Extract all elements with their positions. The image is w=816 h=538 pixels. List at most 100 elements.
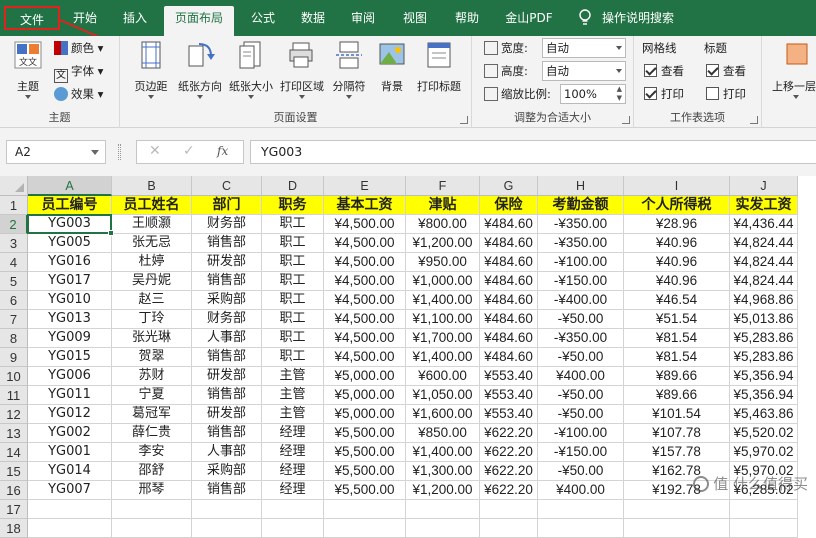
table-cell[interactable]: ¥950.00: [406, 253, 480, 272]
background-button[interactable]: 背景: [372, 40, 412, 94]
row-header[interactable]: 11: [0, 386, 28, 405]
table-cell[interactable]: ¥5,500.00: [324, 443, 406, 462]
table-cell[interactable]: ¥5,970.02: [730, 443, 798, 462]
table-cell[interactable]: [192, 519, 262, 538]
table-cell[interactable]: 经理: [262, 443, 324, 462]
table-cell[interactable]: 人事部: [192, 329, 262, 348]
table-cell[interactable]: -¥50.00: [538, 462, 624, 481]
table-cell[interactable]: [262, 519, 324, 538]
table-cell[interactable]: 葛冠军: [112, 405, 192, 424]
header-cell[interactable]: 保险: [480, 196, 538, 215]
table-cell[interactable]: ¥81.54: [624, 348, 730, 367]
table-cell[interactable]: YG009: [28, 329, 112, 348]
table-cell[interactable]: YG005: [28, 234, 112, 253]
table-cell[interactable]: YG015: [28, 348, 112, 367]
table-cell[interactable]: ¥1,400.00: [406, 443, 480, 462]
table-cell[interactable]: -¥350.00: [538, 234, 624, 253]
table-cell[interactable]: YG001: [28, 443, 112, 462]
bring-forward-button[interactable]: 上移一层: [770, 40, 816, 99]
table-cell[interactable]: 赵三: [112, 291, 192, 310]
formula-input[interactable]: YG003: [250, 140, 816, 164]
table-cell[interactable]: -¥50.00: [538, 386, 624, 405]
table-cell[interactable]: ¥1,000.00: [406, 272, 480, 291]
table-cell[interactable]: 邵舒: [112, 462, 192, 481]
table-cell[interactable]: ¥484.60: [480, 291, 538, 310]
table-cell[interactable]: [28, 500, 112, 519]
table-cell[interactable]: 职工: [262, 348, 324, 367]
table-cell[interactable]: ¥1,300.00: [406, 462, 480, 481]
table-cell[interactable]: 主管: [262, 386, 324, 405]
table-cell[interactable]: [262, 500, 324, 519]
table-cell[interactable]: ¥600.00: [406, 367, 480, 386]
table-cell[interactable]: 销售部: [192, 386, 262, 405]
table-cell[interactable]: 经理: [262, 424, 324, 443]
table-cell[interactable]: ¥5,283.86: [730, 329, 798, 348]
table-cell[interactable]: ¥800.00: [406, 215, 480, 234]
table-cell[interactable]: ¥4,824.44: [730, 272, 798, 291]
table-cell[interactable]: [324, 519, 406, 538]
orientation-button[interactable]: 纸张方向: [176, 40, 224, 99]
table-cell[interactable]: ¥553.40: [480, 367, 538, 386]
column-header-i[interactable]: I: [624, 176, 730, 196]
table-cell[interactable]: 主管: [262, 367, 324, 386]
table-cell[interactable]: ¥5,000.00: [324, 367, 406, 386]
table-cell[interactable]: 销售部: [192, 272, 262, 291]
table-cell[interactable]: ¥4,500.00: [324, 234, 406, 253]
table-cell[interactable]: ¥4,500.00: [324, 215, 406, 234]
table-cell[interactable]: ¥400.00: [538, 367, 624, 386]
row-header[interactable]: 13: [0, 424, 28, 443]
row-header[interactable]: 14: [0, 443, 28, 462]
table-cell[interactable]: [730, 500, 798, 519]
row-header[interactable]: 9: [0, 348, 28, 367]
table-cell[interactable]: ¥4,824.44: [730, 253, 798, 272]
table-cell[interactable]: 张光琳: [112, 329, 192, 348]
table-cell[interactable]: YG010: [28, 291, 112, 310]
table-cell[interactable]: [112, 519, 192, 538]
row-header[interactable]: 15: [0, 462, 28, 481]
theme-fonts-button[interactable]: 文字体 ▾: [54, 61, 103, 83]
breaks-button[interactable]: 分隔符: [328, 40, 370, 99]
table-cell[interactable]: 丁玲: [112, 310, 192, 329]
print-area-button[interactable]: 打印区域: [278, 40, 326, 99]
table-cell[interactable]: ¥484.60: [480, 348, 538, 367]
table-cell[interactable]: ¥89.66: [624, 367, 730, 386]
row-header[interactable]: 4: [0, 253, 28, 272]
sheet-options-launcher-icon[interactable]: [750, 116, 758, 124]
table-cell[interactable]: 经理: [262, 462, 324, 481]
table-cell[interactable]: 职工: [262, 234, 324, 253]
table-cell[interactable]: ¥1,050.00: [406, 386, 480, 405]
gridlines-print-checkbox[interactable]: 打印: [644, 84, 684, 104]
table-cell[interactable]: ¥850.00: [406, 424, 480, 443]
headings-print-checkbox[interactable]: 打印: [706, 84, 746, 104]
table-cell[interactable]: -¥150.00: [538, 443, 624, 462]
tell-me-search[interactable]: 操作说明搜索: [602, 6, 682, 30]
tab-review[interactable]: 审阅: [342, 6, 384, 30]
table-cell[interactable]: ¥1,200.00: [406, 481, 480, 500]
table-cell[interactable]: ¥622.20: [480, 424, 538, 443]
table-cell[interactable]: [112, 500, 192, 519]
row-header[interactable]: 17: [0, 500, 28, 519]
table-cell[interactable]: YG012: [28, 405, 112, 424]
table-cell[interactable]: 贺翠: [112, 348, 192, 367]
page-setup-launcher-icon[interactable]: [460, 116, 468, 124]
table-cell[interactable]: ¥40.96: [624, 272, 730, 291]
table-cell[interactable]: ¥4,500.00: [324, 310, 406, 329]
table-cell[interactable]: ¥553.40: [480, 386, 538, 405]
table-cell[interactable]: [324, 500, 406, 519]
scale-spinner[interactable]: 100% ▲ ▼: [560, 84, 626, 104]
table-cell[interactable]: -¥350.00: [538, 215, 624, 234]
tab-data[interactable]: 数据: [292, 6, 334, 30]
table-cell[interactable]: ¥40.96: [624, 234, 730, 253]
table-cell[interactable]: 研发部: [192, 405, 262, 424]
lightbulb-icon[interactable]: [578, 9, 592, 27]
table-cell[interactable]: 职工: [262, 291, 324, 310]
print-titles-button[interactable]: 打印标题: [412, 40, 466, 94]
table-cell[interactable]: [28, 519, 112, 538]
name-box[interactable]: A2: [6, 140, 106, 164]
table-cell[interactable]: 职工: [262, 329, 324, 348]
table-cell[interactable]: 职工: [262, 272, 324, 291]
table-cell[interactable]: ¥400.00: [538, 481, 624, 500]
table-cell[interactable]: ¥40.96: [624, 253, 730, 272]
themes-button[interactable]: 文文 主题: [8, 40, 48, 99]
table-cell[interactable]: YG002: [28, 424, 112, 443]
